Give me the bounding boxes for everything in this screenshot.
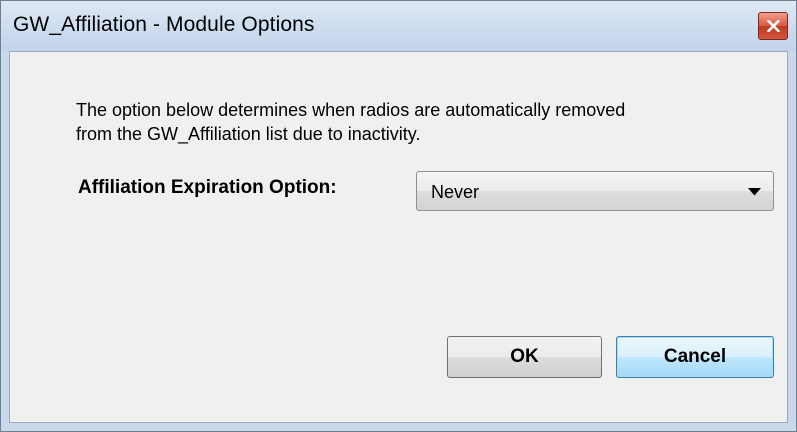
cancel-button[interactable]: Cancel [616, 336, 774, 378]
expiration-option-select[interactable]: Never [416, 171, 774, 211]
description-line-1: The option below determines when radios … [76, 100, 626, 120]
expiration-option-label: Affiliation Expiration Option: [78, 177, 337, 198]
description-text: The option below determines when radios … [76, 98, 756, 146]
window-title: GW_Affiliation - Module Options [13, 13, 315, 36]
close-button[interactable] [758, 12, 788, 40]
title-bar[interactable]: GW_Affiliation - Module Options [1, 1, 796, 51]
dialog-content: The option below determines when radios … [9, 51, 788, 423]
close-icon [767, 20, 780, 32]
expiration-option-value: Never [431, 182, 480, 202]
chevron-down-icon [748, 188, 761, 196]
dialog-window: GW_Affiliation - Module Options The opti… [0, 0, 797, 432]
ok-button[interactable]: OK [447, 336, 602, 378]
description-line-2: from the GW_Affiliation list due to inac… [76, 124, 421, 144]
